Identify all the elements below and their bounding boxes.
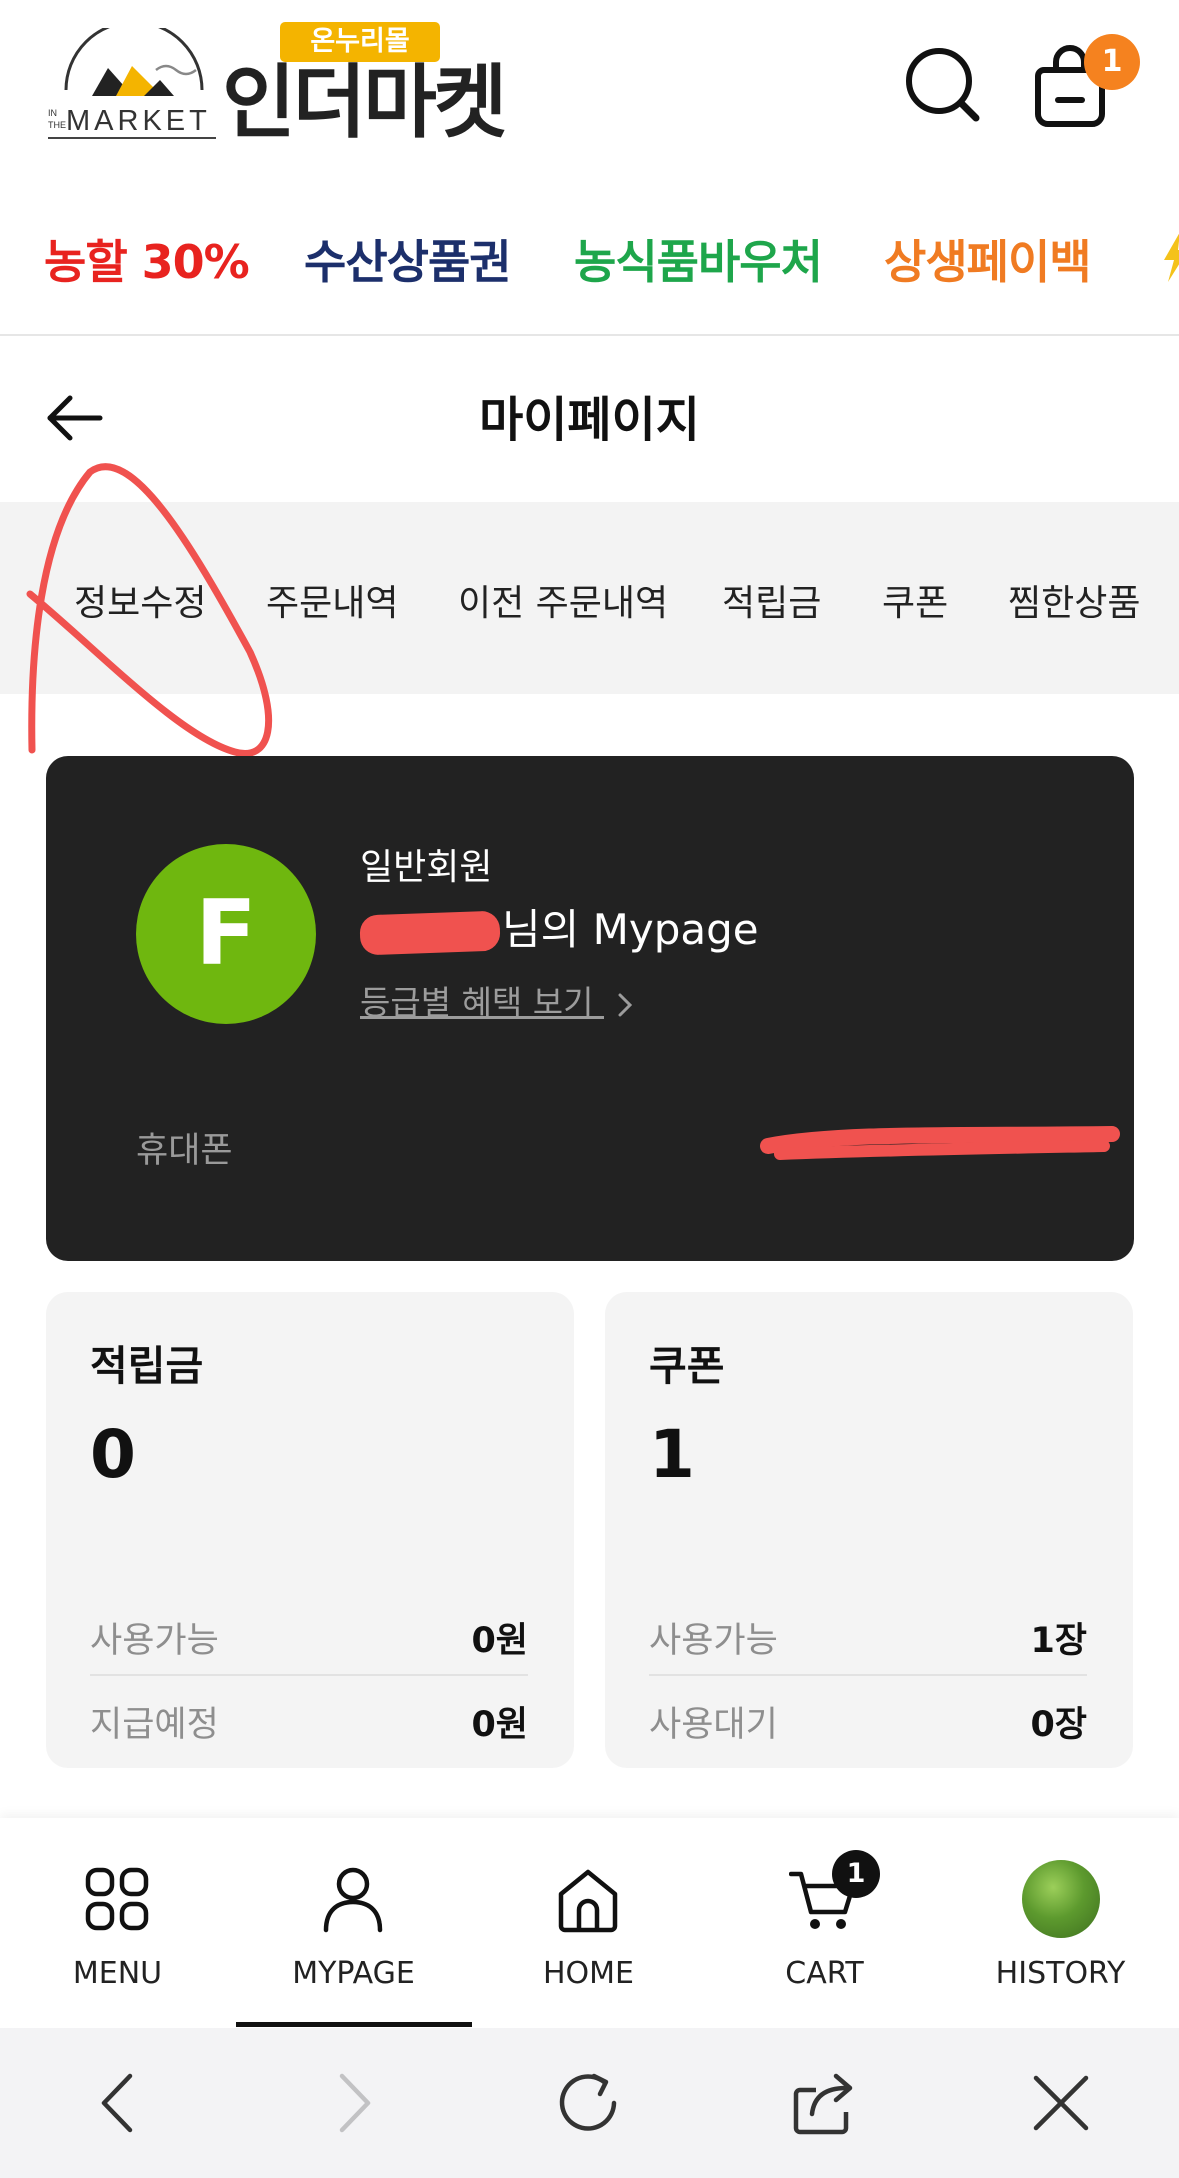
redacted-name [359, 910, 501, 955]
coupons-title: 쿠폰 [649, 1342, 725, 1390]
svg-text:MARKET: MARKET [66, 105, 211, 137]
coupons-row-pending: 사용대기 0장 [649, 1676, 1087, 1760]
points-available-label: 사용가능 [90, 1621, 219, 1661]
home-icon [558, 1869, 618, 1933]
points-scheduled-label: 지급예정 [90, 1705, 219, 1745]
profile-card: F 일반회원 님의 Mypage 등급별 혜택 보기 휴대폰 [46, 756, 1134, 1261]
nav-menu-label: MENU [72, 1956, 163, 1991]
app-header: IN THE MARKET 온누리몰 인더마켓 1 [0, 0, 1179, 170]
tab-wishlist[interactable]: 찜한상품 [1008, 574, 1140, 626]
coupons-value: 1 [649, 1416, 695, 1493]
coupons-pending-label: 사용대기 [649, 1705, 778, 1745]
grade-benefits-label: 등급별 혜택 보기 [360, 983, 594, 1022]
page-title: 마이페이지 [479, 392, 700, 448]
svg-text:IN: IN [48, 108, 57, 118]
nav-home-label: HOME [542, 1956, 634, 1991]
promo-nav: 농할 30% 수산상품권 농식품바우처 상생페이백 [0, 170, 1179, 336]
cart-count-badge: 1 [832, 1850, 880, 1898]
nav-mypage[interactable]: MYPAGE [236, 1818, 471, 2028]
tab-edit-info[interactable]: 정보수정 [74, 574, 206, 626]
nav-cart[interactable]: CART [707, 1818, 942, 2028]
points-title: 적립금 [90, 1342, 204, 1390]
tab-coupons[interactable]: 쿠폰 [882, 574, 948, 626]
nav-active-indicator [236, 2022, 472, 2027]
tab-points[interactable]: 적립금 [722, 574, 821, 626]
coupons-row-available: 사용가능 1장 [649, 1592, 1087, 1676]
tab-orders[interactable]: 주문내역 [266, 574, 398, 626]
promo-fisheries-voucher[interactable]: 수산상품권 [304, 226, 512, 292]
chevron-right-icon [618, 993, 633, 1016]
coupons-available-value: 1장 [1030, 1621, 1087, 1661]
avatar: F [136, 844, 316, 1024]
tab-previous-orders[interactable]: 이전 주문내역 [458, 574, 668, 626]
browser-back-icon[interactable] [84, 2068, 154, 2138]
browser-share-icon[interactable] [790, 2068, 860, 2138]
phone-label: 휴대폰 [136, 1131, 233, 1171]
brand-title[interactable]: 인더마켓 [222, 58, 507, 148]
nav-home[interactable]: HOME [471, 1818, 706, 2028]
points-available-value: 0원 [471, 1621, 528, 1661]
nav-menu[interactable]: MENU [0, 1818, 235, 2028]
redacted-phone [760, 1126, 1120, 1160]
nav-mypage-label: MYPAGE [292, 1956, 415, 1991]
points-value: 0 [90, 1416, 136, 1493]
points-row-available: 사용가능 0원 [90, 1592, 528, 1676]
browser-close-icon[interactable] [1026, 2068, 1096, 2138]
lightning-icon[interactable] [1160, 232, 1179, 282]
greeting-suffix: 님의 Mypage [502, 905, 759, 954]
search-icon[interactable] [904, 46, 982, 124]
coupons-card[interactable]: 쿠폰 1 사용가능 1장 사용대기 0장 [605, 1292, 1133, 1768]
promo-payback[interactable]: 상생페이백 [884, 226, 1092, 292]
points-scheduled-value: 0원 [471, 1705, 528, 1745]
svg-text:THE: THE [48, 120, 66, 130]
title-bar: 마이페이지 [0, 338, 1179, 502]
nav-cart-label: CART [785, 1956, 864, 1991]
browser-reload-icon[interactable] [554, 2068, 624, 2138]
points-card[interactable]: 적립금 0 사용가능 0원 지급예정 0원 [46, 1292, 574, 1768]
in-the-market-logo-mark[interactable]: IN THE MARKET [44, 28, 219, 146]
browser-toolbar [0, 2028, 1179, 2178]
browser-forward-icon[interactable] [318, 2068, 388, 2138]
user-icon [323, 1867, 383, 1933]
grid-menu-icon [85, 1867, 149, 1931]
nav-history-label: HISTORY [995, 1956, 1126, 1991]
promo-nonghal[interactable]: 농할 30% [44, 226, 250, 292]
points-row-scheduled: 지급예정 0원 [90, 1676, 528, 1760]
mypage-tabs: 정보수정 주문내역 이전 주문내역 적립금 쿠폰 찜한상품 [0, 502, 1179, 694]
greeting: 님의 Mypage [359, 896, 759, 957]
coupons-available-label: 사용가능 [649, 1621, 778, 1661]
promo-food-voucher[interactable]: 농식품바우처 [574, 226, 823, 292]
bottom-nav: MENU MYPAGE HOME CART HISTORY [0, 1818, 1179, 2028]
grade-benefits-link[interactable]: 등급별 혜택 보기 [360, 976, 636, 1024]
coupons-pending-value: 0장 [1030, 1705, 1087, 1745]
history-thumbnail[interactable] [1022, 1860, 1100, 1938]
bag-count-badge: 1 [1084, 34, 1140, 90]
member-grade: 일반회원 [360, 847, 493, 888]
